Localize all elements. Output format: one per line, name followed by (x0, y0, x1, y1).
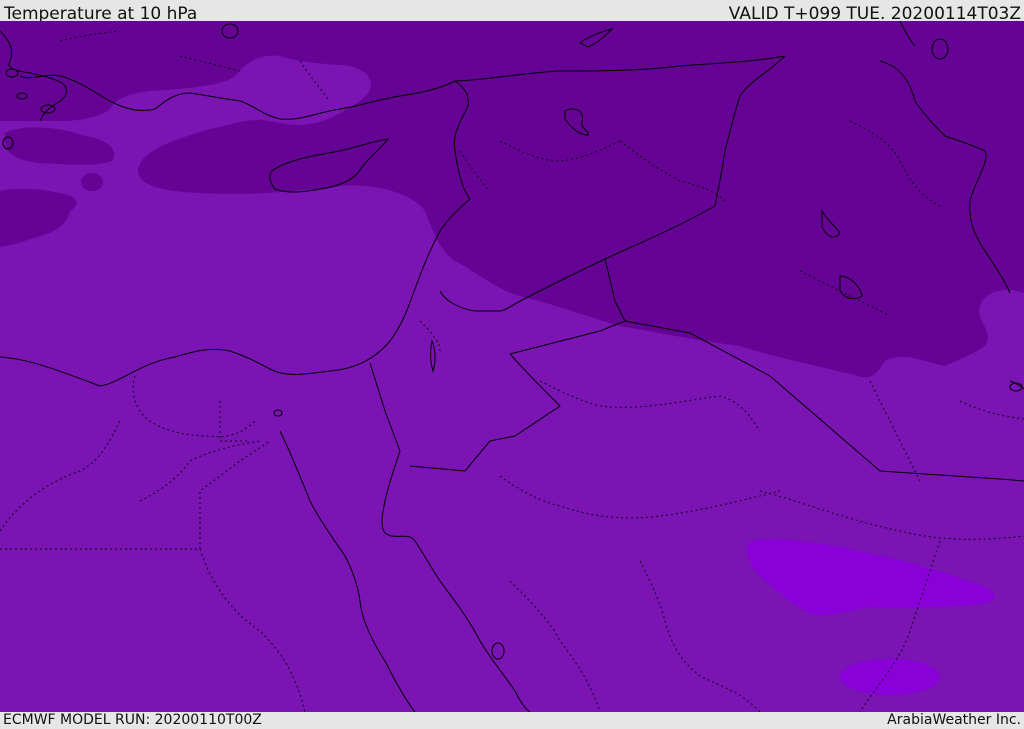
footer-bar: ECMWF MODEL RUN: 20200110T00Z ArabiaWeat… (0, 712, 1024, 729)
warm-patch-south (840, 659, 940, 695)
model-run-label: ECMWF MODEL RUN: 20200110T00Z (3, 712, 262, 728)
header-bar: Temperature at 10 hPa VALID T+099 TUE. 2… (0, 0, 1024, 24)
map-canvas (0, 21, 1024, 712)
credit-label: ArabiaWeather Inc. (887, 712, 1021, 728)
weather-map[interactable] (0, 21, 1024, 712)
cold-patch-small (81, 173, 103, 191)
